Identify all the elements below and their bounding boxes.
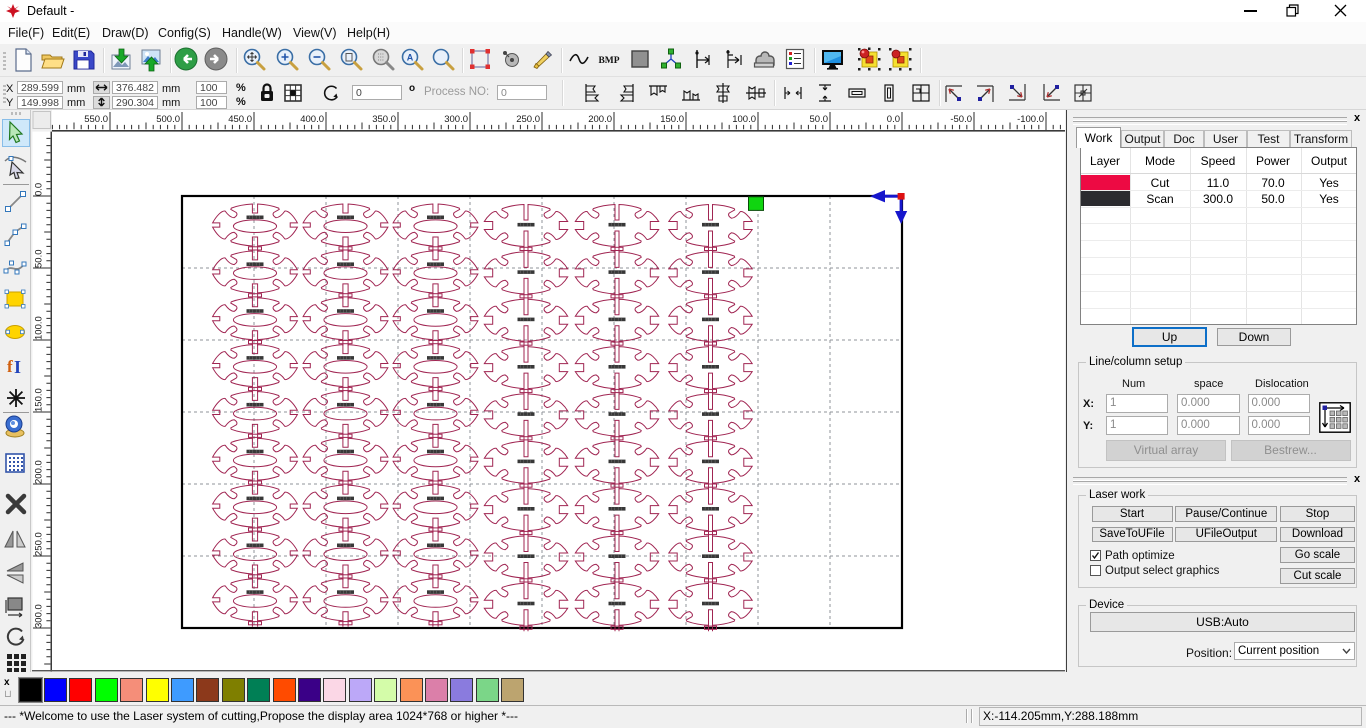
svg-text:A: A [407,53,414,63]
svg-text:150.0: 150.0 [660,114,684,125]
svg-text:200.0: 200.0 [34,460,45,484]
svg-text:100.0: 100.0 [732,114,756,125]
svg-text:300.0: 300.0 [444,114,468,125]
svg-text:50.0: 50.0 [810,114,829,125]
svg-text:250.0: 250.0 [516,114,540,125]
svg-text:350.0: 350.0 [372,114,396,125]
svg-text:550.0: 550.0 [84,114,108,125]
svg-text:-100.0: -100.0 [1017,114,1044,125]
svg-text:200.0: 200.0 [588,114,612,125]
svg-text:400.0: 400.0 [300,114,324,125]
svg-text:150.0: 150.0 [34,388,45,412]
svg-text:300.0: 300.0 [34,604,45,628]
svg-text:I: I [14,357,21,377]
svg-text:500.0: 500.0 [156,114,180,125]
svg-text:50.0: 50.0 [34,250,45,269]
svg-text:250.0: 250.0 [34,532,45,556]
svg-text:BMP: BMP [598,56,619,66]
svg-text:-50.0: -50.0 [950,114,972,125]
svg-text:0.0: 0.0 [887,114,900,125]
svg-text:f: f [7,357,13,376]
svg-text:450.0: 450.0 [228,114,252,125]
svg-text:100.0: 100.0 [34,316,45,340]
svg-text:0.0: 0.0 [34,183,45,196]
